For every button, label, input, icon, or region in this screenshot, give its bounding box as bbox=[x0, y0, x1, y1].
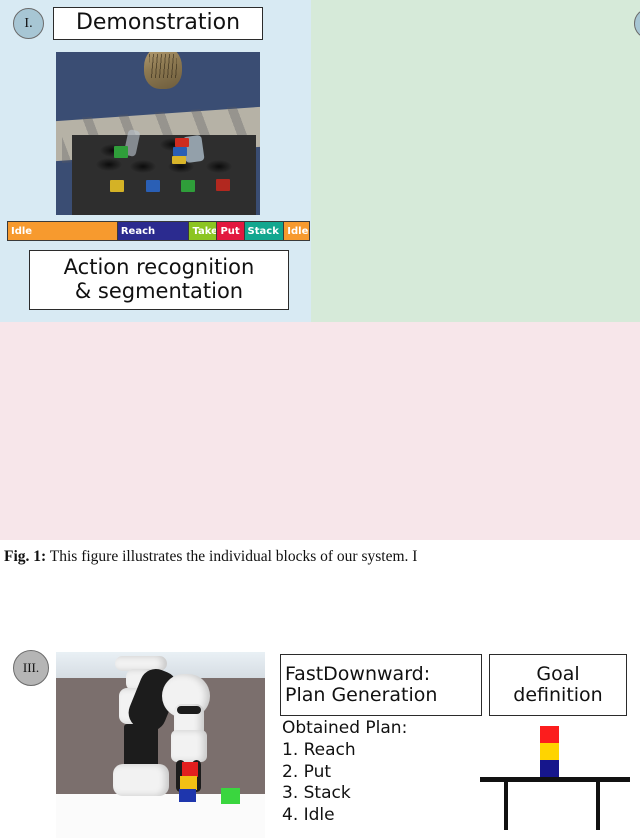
segment-take[interactable]: Take bbox=[189, 222, 218, 240]
green-cube bbox=[114, 146, 128, 158]
goal-state-diagram bbox=[476, 726, 636, 834]
plan-step: 3. Stack bbox=[282, 783, 351, 804]
cube-shadow bbox=[130, 160, 156, 173]
fastdownward-line2: Plan Generation bbox=[285, 684, 438, 706]
plan-step: 1. Reach bbox=[282, 739, 356, 760]
stacked-blue-cube bbox=[173, 147, 187, 156]
cube-shadow bbox=[206, 160, 232, 173]
fastdownward-title: FastDownward: Plan Generation bbox=[280, 654, 482, 716]
goal-definition-title: Goal definition bbox=[489, 654, 627, 716]
obtained-plan-title: Obtained Plan: bbox=[282, 718, 408, 738]
robot-wrist-joint bbox=[177, 706, 201, 714]
goal-block bbox=[540, 743, 559, 760]
table-green-cube bbox=[221, 788, 240, 804]
goal-def-line1: Goal bbox=[536, 662, 580, 685]
demonstration-image bbox=[56, 52, 260, 215]
segment-put[interactable]: Put bbox=[217, 222, 245, 240]
goal-table-top bbox=[480, 777, 630, 782]
plan-step: 2. Put bbox=[282, 761, 332, 782]
yellow-cube bbox=[110, 180, 124, 192]
figure-caption: Fig. 1: This figure illustrates the indi… bbox=[4, 548, 640, 566]
segment-stack[interactable]: Stack bbox=[244, 222, 285, 240]
panel-badge-two: II. bbox=[634, 8, 640, 39]
figure-caption-text: This figure illustrates the individual b… bbox=[46, 548, 418, 565]
human-head bbox=[144, 52, 182, 89]
panel-plan-execution: III. FastDownward: Plan Generation Goal … bbox=[0, 322, 640, 838]
goal-block bbox=[540, 760, 559, 777]
plan-step-list: 1. Reach 2. Put 3. Stack 4. Idle bbox=[282, 740, 482, 827]
green-cube bbox=[181, 180, 195, 192]
action-recognition-line2: & segmentation bbox=[74, 279, 244, 303]
demonstration-title: Demonstration bbox=[53, 7, 263, 40]
goal-table-leg-right bbox=[596, 782, 600, 830]
plan-step: 4. Idle bbox=[282, 805, 335, 825]
robot-lower-base bbox=[113, 764, 169, 796]
held-yellow-cube bbox=[180, 776, 197, 790]
cube-shadow bbox=[96, 158, 122, 171]
obtained-plan-block: Obtained Plan: 1. Reach 2. Put 3. Stack 4. … bbox=[282, 718, 482, 827]
robot-simulation-image bbox=[56, 652, 265, 838]
stacked-red-cube bbox=[175, 138, 189, 147]
segment-idle[interactable]: Idle bbox=[284, 222, 309, 240]
held-blue-cube bbox=[179, 789, 196, 802]
goal-block bbox=[540, 726, 559, 743]
panel-badge-one: I. bbox=[13, 8, 44, 39]
goal-table-leg-left bbox=[504, 782, 508, 830]
figure-root: I. Demonstration Idle Reach Take Put Stack I bbox=[0, 0, 640, 838]
robot-gripper-body bbox=[171, 730, 207, 762]
action-recognition-label: Action recognition & segmentation bbox=[29, 250, 289, 310]
stacked-yellow-cube bbox=[172, 156, 186, 164]
panel-demonstration: I. Demonstration Idle Reach Take Put Stack I bbox=[0, 0, 311, 322]
action-recognition-line1: Action recognition bbox=[63, 255, 255, 280]
goal-def-line2: definition bbox=[513, 684, 603, 706]
red-cube bbox=[216, 179, 230, 191]
blue-cube bbox=[146, 180, 160, 192]
fastdownward-line1: FastDownward: bbox=[285, 662, 431, 685]
action-segmentation-bar[interactable]: Idle Reach Take Put Stack Idle bbox=[7, 221, 310, 241]
held-red-cube bbox=[182, 762, 198, 777]
figure-caption-label: Fig. 1: bbox=[4, 548, 47, 565]
segment-reach[interactable]: Reach bbox=[117, 222, 190, 240]
panel-badge-three: III. bbox=[13, 650, 49, 686]
panel-operator-generation: II. Operator generation & collection Rea… bbox=[311, 0, 640, 322]
segment-idle[interactable]: Idle bbox=[8, 222, 118, 240]
